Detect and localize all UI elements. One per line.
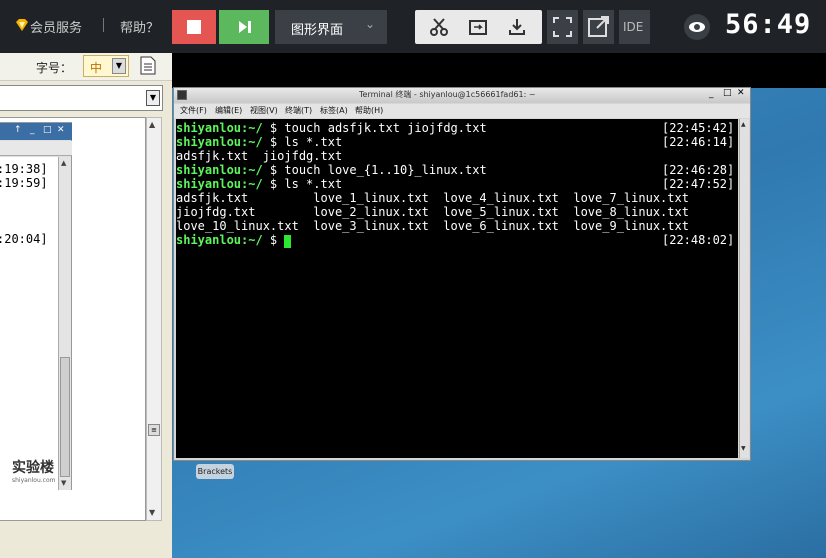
chevron-down-icon[interactable]: ▼	[146, 90, 160, 106]
close-icon[interactable]: ✕	[737, 88, 745, 98]
document-icon[interactable]	[140, 56, 156, 75]
line-timestamp: [22:47:52]	[662, 177, 735, 191]
fullscreen-icon	[553, 17, 572, 37]
menu-tabs[interactable]: 标签(A)	[320, 105, 348, 116]
terminal-line: shiyanlou:~/ $ touch adsfjk.txt jiojfdg.…	[176, 121, 487, 135]
brand-url: shiyanlou.com	[12, 477, 56, 484]
inner-title-bar: ↑ _ □ ✕	[0, 123, 72, 140]
divider	[103, 18, 104, 32]
scroll-up-icon[interactable]: ▲	[61, 159, 66, 167]
line-timestamp: [22:46:14]	[662, 135, 735, 149]
terminal-app-icon	[177, 90, 187, 100]
member-service-link[interactable]: 会员服务	[30, 17, 82, 36]
chevron-down-icon[interactable]: ▼	[112, 58, 126, 74]
brackets-desktop-icon[interactable]: Brackets	[196, 464, 234, 479]
terminal-title: Terminal 终端 - shiyanlou@1c56661fad61: ~	[359, 90, 536, 99]
tool-group	[415, 10, 542, 44]
terminal-line: adsfjk.txt jiojfdg.txt	[176, 149, 343, 163]
inner-message-list: :19:38] :19:59] :20:04] 实验楼 shiyanlou.co…	[0, 157, 58, 490]
maximize-icon[interactable]: □	[43, 125, 52, 135]
help-link[interactable]: 帮助？	[120, 17, 159, 36]
mode-dropdown[interactable]: 图形界面 ⌄	[275, 10, 387, 44]
line-timestamp: [22:48:02]	[662, 233, 735, 247]
terminal-window: Terminal 终端 - shiyanlou@1c56661fad61: ~ …	[173, 87, 751, 461]
left-scrollbar[interactable]: ▲ ≡ ▼	[146, 117, 162, 521]
line-timestamp: [22:45:42]	[662, 121, 735, 135]
fullscreen-button[interactable]	[547, 10, 578, 44]
minimize-icon[interactable]: _	[30, 125, 35, 135]
terminal-cursor	[284, 235, 291, 248]
scroll-down-icon[interactable]: ▼	[741, 445, 746, 452]
terminal-line: shiyanlou:~/ $ ls *.txt	[176, 177, 343, 191]
maximize-icon[interactable]: □	[723, 88, 732, 98]
menu-view[interactable]: 视图(V)	[250, 105, 278, 116]
left-combo-box[interactable]: ▼	[0, 85, 163, 111]
pin-icon[interactable]: ↑	[14, 125, 22, 135]
terminal-line: shiyanlou:~/ $ ls *.txt	[176, 135, 343, 149]
menu-help[interactable]: 帮助(H)	[355, 105, 383, 116]
paste-icon[interactable]	[468, 17, 488, 37]
terminal-line: shiyanlou:~/ $ touch love_{1..10}_linux.…	[176, 163, 487, 177]
terminal-line: shiyanlou:~/ $	[176, 233, 285, 247]
ide-button[interactable]: IDE	[619, 10, 650, 44]
play-button[interactable]	[219, 10, 269, 44]
left-app-window: 字号： 中 ▼ ▼ ▲ ≡ ▼ ↑ _ □ ✕ :19:38] :19:59]	[0, 53, 172, 558]
inner-chat-window: ↑ _ □ ✕ :19:38] :19:59] :20:04] 实验楼 shiy…	[0, 122, 72, 490]
ide-label: IDE	[623, 20, 644, 34]
close-icon[interactable]: ✕	[57, 125, 65, 135]
stop-button[interactable]	[172, 10, 216, 44]
minimize-icon[interactable]: _	[709, 89, 714, 99]
terminal-line: adsfjk.txt love_1_linux.txt love_4_linux…	[176, 191, 689, 205]
scroll-down-icon[interactable]: ▼	[61, 479, 66, 487]
scroll-up-icon[interactable]: ▲	[149, 120, 155, 129]
desktop-top-strip	[172, 53, 826, 88]
scroll-thumb[interactable]	[60, 357, 70, 477]
top-bar: 会员服务 帮助？ 图形界面 ⌄ IDE 56:49	[0, 0, 826, 53]
open-external-button[interactable]	[583, 10, 614, 44]
chevron-down-icon: ⌄	[365, 17, 376, 31]
play-icon	[239, 21, 251, 33]
terminal-line: jiojfdg.txt love_2_linux.txt love_5_linu…	[176, 205, 689, 219]
scissors-icon[interactable]	[429, 17, 449, 37]
session-timer: 56:49	[725, 9, 812, 40]
external-link-icon	[588, 16, 609, 37]
message-timestamp: :19:38]	[0, 162, 48, 176]
scroll-up-icon[interactable]: ▲	[741, 121, 746, 128]
font-size-select[interactable]: 中 ▼	[83, 55, 129, 77]
menu-file[interactable]: 文件(F)	[180, 105, 207, 116]
terminal-menu-bar: 文件(F) 编辑(E) 视图(V) 终端(T) 标签(A) 帮助(H)	[174, 104, 750, 118]
message-timestamp: :20:04]	[0, 232, 48, 246]
inner-header	[0, 141, 72, 156]
mode-dropdown-label: 图形界面	[291, 23, 344, 38]
vip-diamond-icon[interactable]	[15, 18, 29, 32]
font-size-value: 中	[90, 61, 103, 75]
download-icon[interactable]	[507, 17, 527, 37]
line-timestamp: [22:46:28]	[662, 163, 735, 177]
brand-name: 实验楼	[12, 460, 54, 476]
terminal-scrollbar[interactable]: ▲ ▼	[739, 119, 749, 458]
terminal-title-bar[interactable]: Terminal 终端 - shiyanlou@1c56661fad61: ~ …	[174, 88, 750, 103]
terminal-line: love_10_linux.txt love_3_linux.txt love_…	[176, 219, 689, 233]
scroll-thumb[interactable]: ≡	[148, 424, 160, 436]
font-size-label: 字号：	[36, 61, 73, 75]
menu-edit[interactable]: 编辑(E)	[215, 105, 242, 116]
stop-icon	[187, 20, 201, 34]
menu-terminal[interactable]: 终端(T)	[285, 105, 312, 116]
terminal-screen[interactable]: shiyanlou:~/ $ touch adsfjk.txt jiojfdg.…	[176, 119, 738, 458]
left-toolbar: 字号： 中 ▼	[0, 53, 172, 81]
message-timestamp: :19:59]	[0, 176, 48, 190]
eye-icon[interactable]	[684, 14, 710, 40]
brand-logo: 实验楼 shiyanlou.com	[12, 457, 56, 484]
scroll-down-icon[interactable]: ▼	[149, 508, 155, 517]
inner-scrollbar[interactable]: ▲ ▼	[58, 157, 71, 490]
